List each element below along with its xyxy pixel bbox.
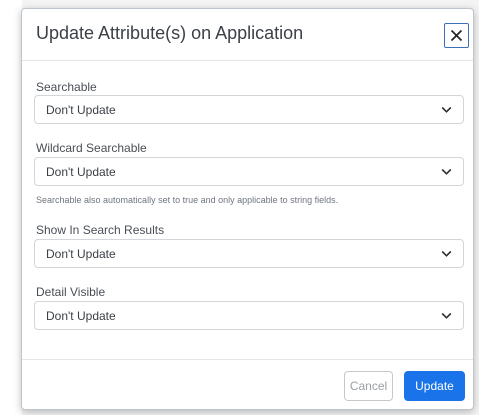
detail-visible-select[interactable]: Don't Update — [34, 301, 464, 330]
update-button[interactable]: Update — [404, 371, 465, 401]
detail-visible-label: Detail Visible — [36, 285, 106, 299]
wildcard-searchable-label: Wildcard Searchable — [36, 141, 147, 155]
wildcard-help-text: Searchable also automatically set to tru… — [36, 195, 339, 205]
show-in-search-results-select[interactable]: Don't Update — [34, 239, 464, 268]
close-icon — [450, 29, 463, 42]
wildcard-searchable-select-value: Don't Update — [46, 165, 116, 179]
cancel-button[interactable]: Cancel — [344, 371, 393, 401]
update-attributes-dialog: Update Attribute(s) on Application Searc… — [21, 8, 474, 410]
chevron-down-icon — [441, 312, 452, 319]
searchable-label: Searchable — [36, 80, 97, 94]
show-in-search-results-select-value: Don't Update — [46, 247, 116, 261]
searchable-select[interactable]: Don't Update — [34, 95, 464, 124]
wildcard-searchable-select[interactable]: Don't Update — [34, 157, 464, 186]
dialog-title: Update Attribute(s) on Application — [36, 23, 304, 43]
chevron-down-icon — [441, 106, 452, 113]
show-in-search-results-label: Show In Search Results — [36, 223, 165, 237]
close-button[interactable] — [444, 23, 469, 48]
detail-visible-select-value: Don't Update — [46, 309, 116, 323]
chevron-down-icon — [441, 250, 452, 257]
dialog-header: Update Attribute(s) on Application — [22, 9, 473, 61]
searchable-select-value: Don't Update — [46, 103, 116, 117]
background-page-edge — [0, 0, 22, 415]
chevron-down-icon — [441, 168, 452, 175]
footer-divider — [22, 359, 473, 360]
